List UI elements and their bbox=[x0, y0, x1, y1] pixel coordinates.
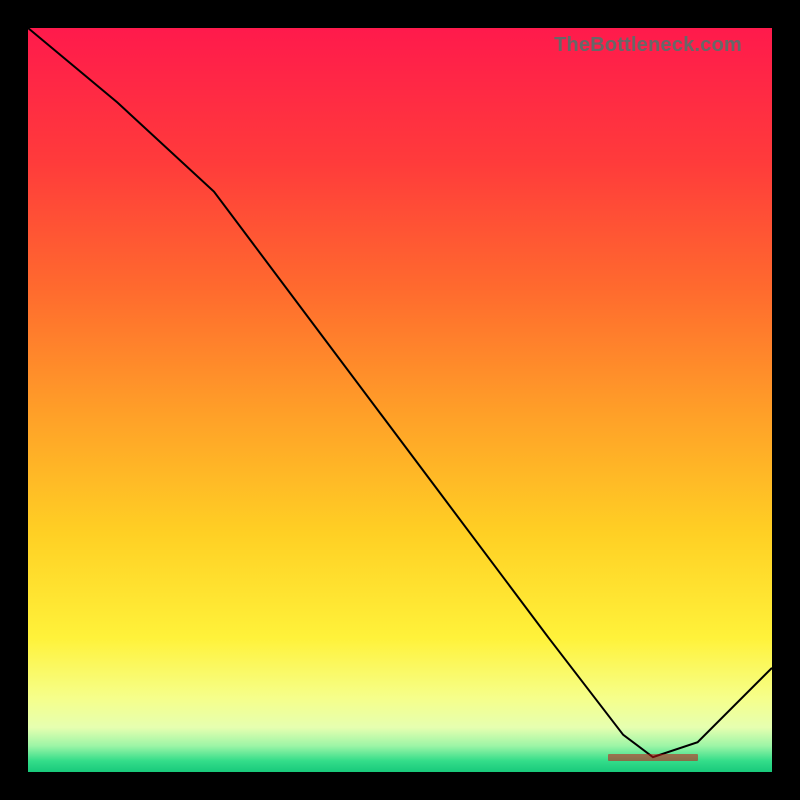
optimal-range-marker bbox=[608, 754, 697, 761]
plot-area: TheBottleneck.com bbox=[28, 28, 772, 772]
watermark-text: TheBottleneck.com bbox=[554, 34, 742, 57]
chart-frame: TheBottleneck.com bbox=[24, 24, 776, 776]
bottleneck-curve bbox=[28, 28, 772, 772]
